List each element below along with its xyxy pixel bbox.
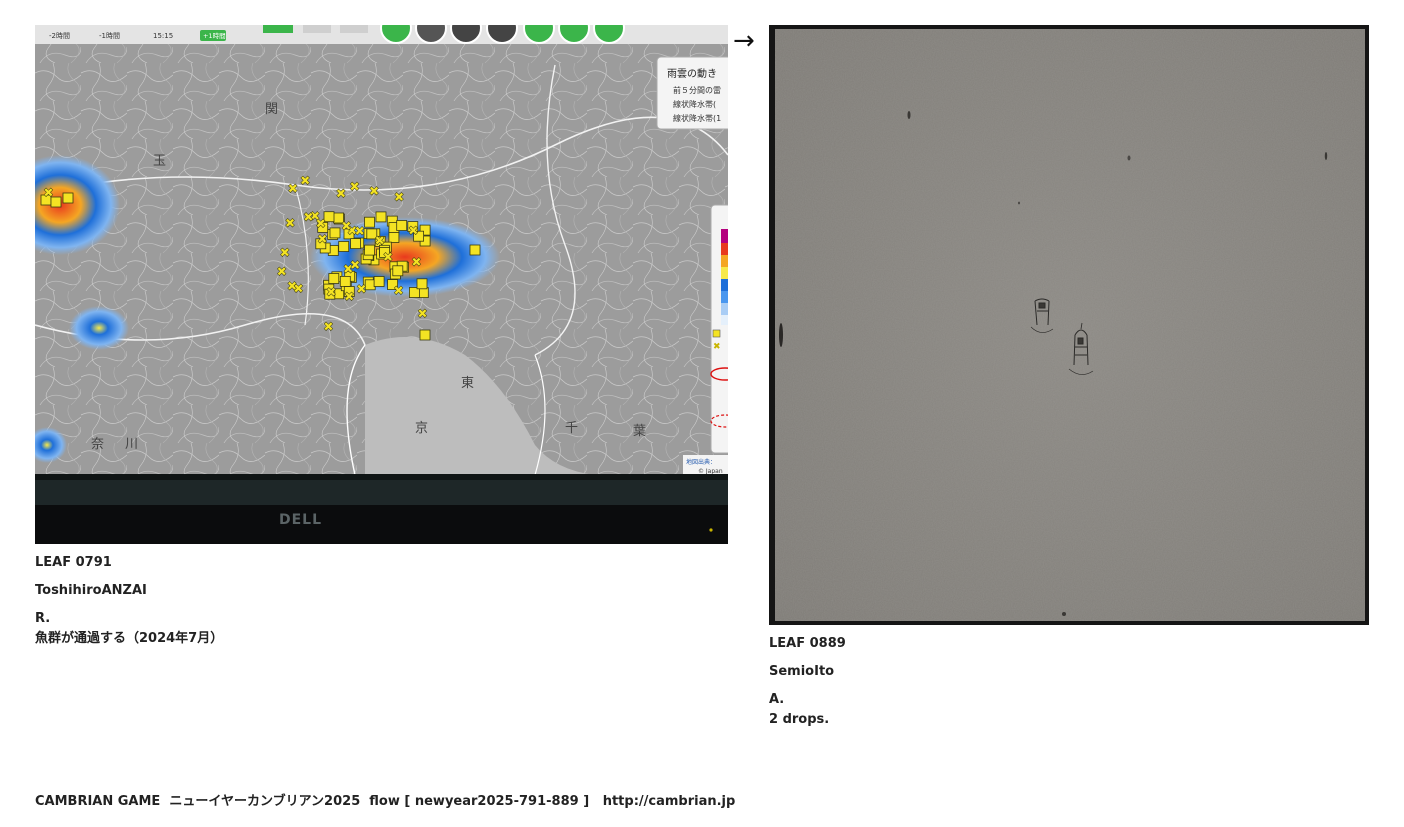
- lightning-cross-marker: ✖: [287, 182, 298, 197]
- lightning-cross-marker: ✖: [374, 234, 385, 249]
- lightning-cross-marker: ✖: [354, 225, 365, 240]
- legend-line-3: 線状降水帯(1: [673, 113, 721, 123]
- right-leaf-panel: LEAF 0889 SemioIto A. 2 drops.: [769, 25, 1369, 730]
- right-kind: A.: [769, 692, 785, 707]
- lightning-cross-marker: ✖: [356, 283, 367, 298]
- lightning-square-marker: [416, 278, 428, 290]
- lightning-square-marker: [375, 211, 387, 223]
- map-label-8: 千: [565, 421, 578, 436]
- lightning-cross-marker: ✖: [394, 190, 405, 205]
- lightning-cross-marker: ✖: [323, 320, 334, 335]
- lightning-cross-marker: ✖: [344, 290, 355, 305]
- lightning-cross-marker: ✖: [303, 211, 314, 226]
- lightning-square-marker: [388, 232, 400, 243]
- two-drops-photo-graphic: [769, 25, 1369, 625]
- lightning-square-marker: [338, 241, 350, 252]
- left-kind: R.: [35, 611, 51, 626]
- lightning-cross-marker: ✖: [349, 180, 360, 195]
- lightning-cross-marker: ✖: [326, 286, 337, 301]
- lightning-cross-marker: ✖: [411, 255, 422, 270]
- lightning-square-marker: [419, 329, 431, 341]
- monitor-brand-logo: DELL: [279, 512, 322, 528]
- lightning-square-marker: [469, 244, 481, 256]
- lightning-cross-marker: ✖: [350, 258, 361, 273]
- map-credit: 地図出典：: [686, 458, 716, 466]
- legend-line-1: 前５分間の雷: [673, 85, 721, 95]
- left-author[interactable]: ToshihiroANZAI: [35, 581, 728, 601]
- lightning-cross-marker: ✖: [279, 246, 290, 261]
- lightning-square-marker: [364, 216, 375, 228]
- lightning-square-marker: [62, 192, 74, 204]
- lightning-cross-marker: ✖: [369, 184, 380, 199]
- lightning-cross-marker: ✖: [300, 174, 311, 189]
- map-label-9: 葉: [633, 424, 646, 439]
- legend-title: 雨雲の動き: [667, 67, 717, 80]
- right-leaf-number: LEAF 0889: [769, 636, 846, 651]
- map-label-5: 川: [125, 437, 138, 452]
- lightning-square-marker: [373, 276, 385, 287]
- lightning-cross-marker: ✖: [293, 282, 304, 297]
- lightning-square-marker: [339, 275, 351, 287]
- map-label-4: 奈: [91, 437, 104, 452]
- right-photo-two-drops[interactable]: [769, 25, 1369, 625]
- map-label-2: 玉: [153, 154, 166, 169]
- left-photo-rain-radar-monitor[interactable]: -2時間 -1時間 15:15 +1時間 雨雲の動き 前５分間の雷 線状降水帯(…: [35, 25, 728, 544]
- lightning-square-marker: [392, 265, 404, 277]
- lightning-square-marker: [396, 220, 408, 231]
- lightning-cross-marker: ✖: [285, 217, 296, 232]
- map-label-7: 京: [415, 421, 428, 436]
- lightning-cross-marker: ✖: [317, 233, 328, 248]
- lightning-square-marker: [350, 238, 362, 250]
- toolbar-label-minus1h: -1時間: [99, 32, 120, 40]
- lightning-square-marker: [329, 227, 341, 239]
- right-author[interactable]: SemioIto: [769, 662, 1369, 682]
- legend-line-2: 線状降水帯(: [673, 99, 716, 109]
- lightning-cross-marker: ✖: [383, 251, 394, 266]
- lightning-cross-marker: ✖: [336, 187, 347, 202]
- footer-credits[interactable]: CAMBRIAN GAME ニューイヤーカンブリアン2025 flow [ ne…: [35, 793, 735, 811]
- svg-text:✖: ✖: [713, 342, 721, 352]
- map-label-1: 関: [265, 102, 278, 117]
- toolbar-label-time: 15:15: [153, 32, 173, 40]
- left-leaf-panel: -2時間 -1時間 15:15 +1時間 雨雲の動き 前５分間の雷 線状降水帯(…: [35, 25, 728, 649]
- lightning-cross-marker: ✖: [408, 224, 419, 239]
- map-credit-2: © Japan: [698, 468, 723, 475]
- lightning-cross-marker: ✖: [315, 217, 326, 232]
- map-label-6: 東: [461, 375, 474, 391]
- rain-radar-photo-graphic: -2時間 -1時間 15:15 +1時間 雨雲の動き 前５分間の雷 線状降水帯(…: [35, 25, 728, 544]
- toolbar-label-plus1h: +1時間: [203, 32, 226, 40]
- right-title: 2 drops.: [769, 712, 830, 727]
- lightning-cross-marker: ✖: [341, 219, 352, 234]
- lightning-cross-marker: ✖: [393, 284, 404, 299]
- lightning-cross-marker: ✖: [43, 186, 54, 201]
- lightning-square-marker: [364, 244, 376, 256]
- toolbar-label-minus2h: -2時間: [49, 32, 70, 40]
- lightning-cross-marker: ✖: [417, 307, 428, 322]
- lightning-square-marker: [328, 273, 340, 284]
- flow-arrow-icon: →: [733, 26, 755, 56]
- left-title: 魚群が通過する（2024年7月）: [35, 631, 224, 646]
- lightning-cross-marker: ✖: [276, 265, 287, 280]
- left-leaf-number: LEAF 0791: [35, 555, 112, 570]
